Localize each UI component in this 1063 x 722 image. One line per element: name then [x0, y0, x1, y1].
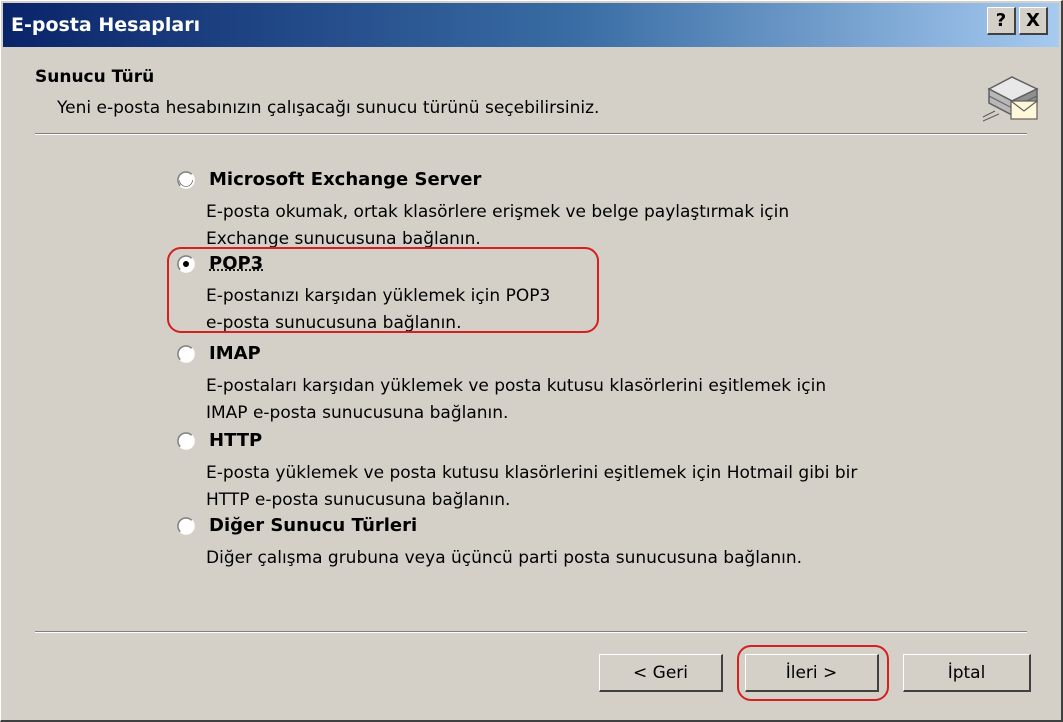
page-description: Yeni e-posta hesabınızın çalışacağı sunu… [57, 98, 600, 118]
option-label-exchange[interactable]: Microsoft Exchange Server [209, 169, 481, 190]
mail-server-icon [982, 76, 1039, 122]
page-title: Sunucu Türü [35, 67, 155, 87]
email-accounts-dialog: E-posta Hesapları ? X Sunucu Türü Yeni e… [0, 0, 1063, 722]
option-desc-line: E-posta yüklemek ve posta kutusu klasörl… [206, 463, 858, 483]
option-desc-line: IMAP e-posta sunucusuna bağlanın. [206, 403, 509, 423]
radio-other[interactable] [177, 517, 195, 535]
radio-http[interactable] [177, 432, 195, 450]
option-desc-line: HTTP e-posta sunucusuna bağlanın. [206, 490, 511, 510]
option-desc-line: Diğer çalışma grubuna veya üçüncü parti … [206, 548, 803, 568]
pop3-highlight-annotation [167, 247, 599, 333]
window-title: E-posta Hesapları [11, 14, 201, 36]
option-label-imap[interactable]: IMAP [209, 343, 261, 364]
option-desc-other: Diğer çalışma grubuna veya üçüncü parti … [206, 545, 802, 572]
option-label-other[interactable]: Diğer Sunucu Türleri [209, 515, 417, 536]
option-desc-imap: E-postaları karşıdan yüklemek ve posta k… [206, 373, 826, 427]
close-button[interactable]: X [1019, 7, 1048, 35]
radio-imap[interactable] [177, 345, 195, 363]
option-desc-http: E-posta yüklemek ve posta kutusu klasörl… [206, 460, 857, 514]
option-desc-line: E-posta okumak, ortak klasörlere erişmek… [206, 202, 790, 222]
option-desc-line: E-postaları karşıdan yüklemek ve posta k… [206, 376, 827, 396]
header-divider [35, 133, 1027, 135]
next-highlight-annotation [737, 645, 889, 701]
back-button[interactable]: < Geri [599, 654, 723, 692]
option-desc-exchange: E-posta okumak, ortak klasörlere erişmek… [206, 199, 789, 253]
cancel-button[interactable]: İptal [903, 654, 1031, 692]
help-button[interactable]: ? [987, 7, 1016, 35]
title-bar[interactable]: E-posta Hesapları [3, 3, 1059, 47]
radio-exchange[interactable] [177, 171, 195, 189]
option-label-http[interactable]: HTTP [209, 430, 262, 451]
footer-divider [35, 631, 1027, 633]
